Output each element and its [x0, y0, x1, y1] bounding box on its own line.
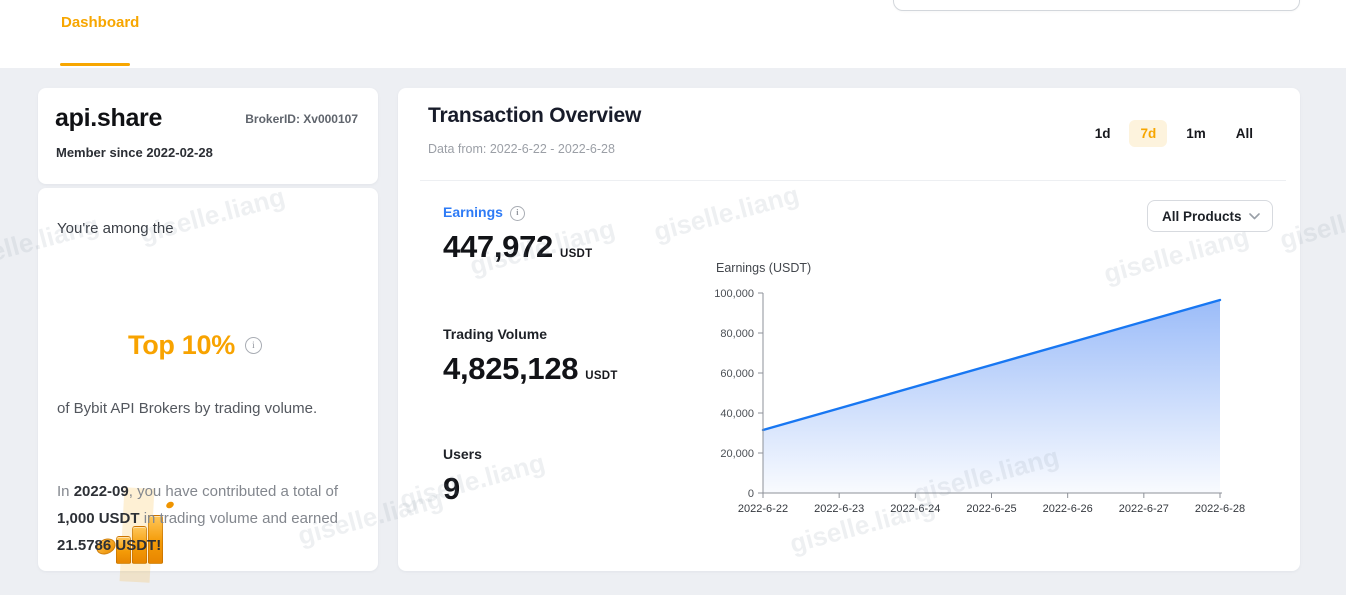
svg-text:2022-6-27: 2022-6-27 [1119, 503, 1169, 515]
header-divider [420, 180, 1286, 181]
monthly-summary: In 2022-09, you have contributed a total… [57, 478, 357, 559]
stat-label-text: Earnings [443, 204, 503, 220]
rank-card: You're among the Top 10% of Bybit API Br… [38, 188, 378, 571]
range-button-all[interactable]: All [1225, 120, 1264, 147]
profile-card: api.share BrokerID: Xv000107 Member sinc… [38, 88, 378, 184]
summary-month: 2022-09 [74, 483, 129, 500]
svg-text:2022-6-26: 2022-6-26 [1043, 503, 1093, 515]
product-filter-dropdown[interactable]: All Products [1147, 200, 1273, 232]
rank-info-icon[interactable] [245, 337, 262, 354]
svg-text:2022-6-23: 2022-6-23 [814, 503, 864, 515]
rank-percentile: Top 10% [128, 330, 235, 361]
summary-earned: 21.5786 USDT! [57, 537, 161, 554]
summary-text: in trading volume and earned [140, 510, 338, 527]
range-button-1d[interactable]: 1d [1084, 120, 1122, 147]
tab-active-underline [60, 63, 130, 66]
tab-dashboard[interactable]: Dashboard [61, 14, 139, 31]
earnings-chart: Earnings (USDT) 0 20,000 40,000 60,000 80,00… [700, 256, 1280, 556]
stat-earnings-value: 447,972 [443, 229, 553, 265]
range-toggle: 1d 7d 1m All [1084, 120, 1264, 147]
svg-text:60,000: 60,000 [720, 368, 754, 380]
rank-row: Top 10% [128, 330, 262, 361]
broker-id: BrokerID: Xv000107 [245, 112, 358, 126]
stat-earnings-label[interactable]: Earnings [443, 204, 592, 220]
svg-text:2022-6-28: 2022-6-28 [1195, 503, 1245, 515]
stat-trading-volume: Trading Volume 4,825,128 USDT [443, 326, 618, 387]
svg-text:2022-6-22: 2022-6-22 [738, 503, 788, 515]
stat-volume-value: 4,825,128 [443, 351, 578, 387]
range-button-7d[interactable]: 7d [1129, 120, 1167, 147]
svg-text:40,000: 40,000 [720, 408, 754, 420]
svg-text:0: 0 [748, 488, 754, 500]
stat-earnings: Earnings 447,972 USDT [443, 204, 592, 265]
broker-name: api.share [55, 104, 162, 133]
stat-volume-label: Trading Volume [443, 326, 618, 342]
stat-users-value: 9 [443, 471, 460, 507]
product-filter-value: All Products [1162, 209, 1242, 224]
summary-text: In [57, 483, 74, 500]
transaction-overview-card: Transaction Overview Data from: 2022-6-2… [398, 88, 1300, 571]
stat-earnings-unit: USDT [560, 248, 593, 260]
rank-intro-text: You're among the [57, 220, 174, 237]
stat-users-label: Users [443, 446, 482, 462]
topbar: Dashboard [0, 0, 1346, 68]
chevron-down-icon [1249, 213, 1260, 220]
dashboard-page: Dashboard api.share BrokerID: Xv000107 M… [0, 0, 1346, 595]
overview-title: Transaction Overview [428, 104, 641, 128]
earnings-info-icon[interactable] [510, 206, 525, 221]
stat-users: Users 9 [443, 446, 482, 507]
svg-text:100,000: 100,000 [714, 288, 754, 300]
topbar-field[interactable] [893, 0, 1300, 11]
summary-volume: 1,000 USDT [57, 510, 140, 527]
svg-text:80,000: 80,000 [720, 328, 754, 340]
summary-text: , you have contributed a total of [129, 483, 338, 500]
rank-caption: of Bybit API Brokers by trading volume. [57, 400, 317, 417]
svg-text:20,000: 20,000 [720, 448, 754, 460]
svg-text:2022-6-24: 2022-6-24 [890, 503, 940, 515]
chart-title: Earnings (USDT) [716, 261, 811, 275]
member-since: Member since 2022-02-28 [56, 145, 213, 160]
stat-volume-unit: USDT [585, 370, 618, 382]
earnings-chart-svg: 0 20,000 40,000 60,000 80,000 100,000 2022-6-2… [700, 278, 1270, 528]
svg-text:2022-6-25: 2022-6-25 [966, 503, 1016, 515]
overview-date-range: Data from: 2022-6-22 - 2022-6-28 [428, 142, 615, 156]
range-button-1m[interactable]: 1m [1175, 120, 1217, 147]
